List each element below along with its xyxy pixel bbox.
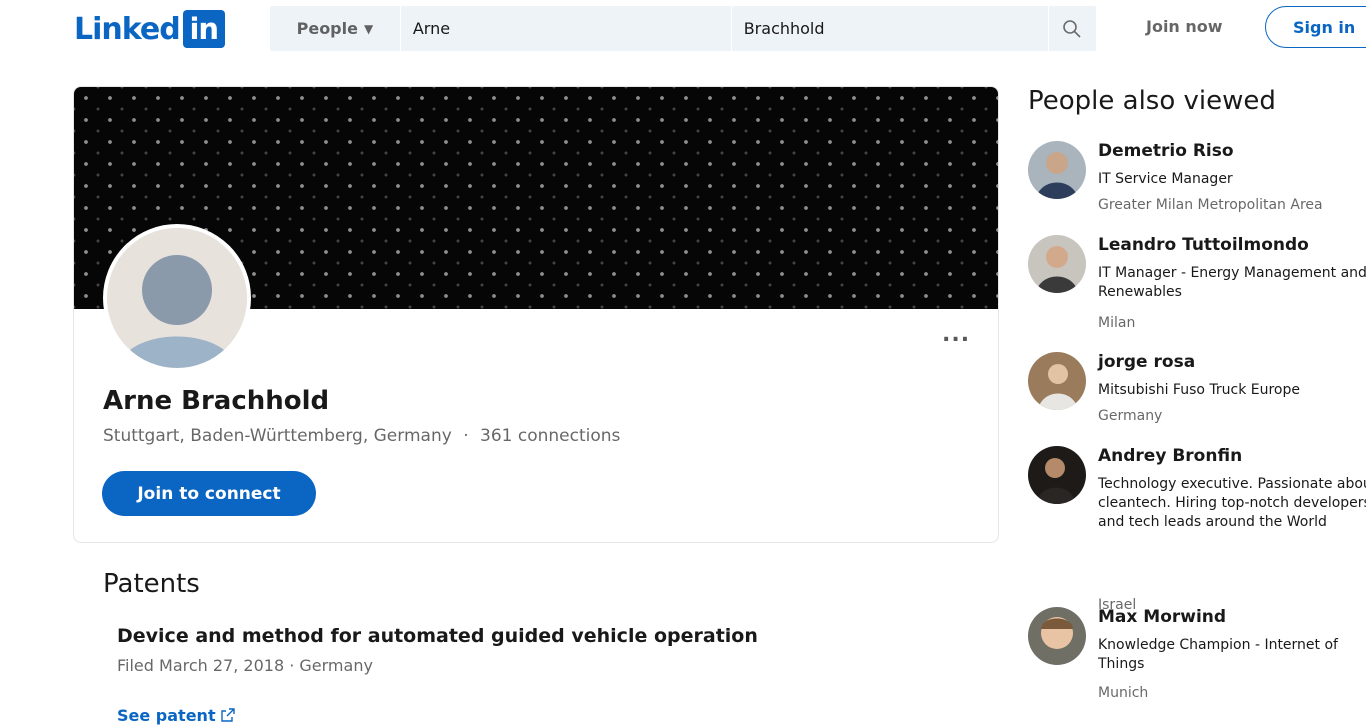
join-now-link[interactable]: Join now <box>1146 17 1223 36</box>
search-icon <box>1063 19 1081 38</box>
profile-avatar <box>103 224 251 372</box>
person-location: Munich <box>1098 685 1149 701</box>
person-location: Germany <box>1098 408 1163 424</box>
first-name-input[interactable] <box>399 6 731 51</box>
person-name[interactable]: Max Morwind <box>1098 607 1226 627</box>
default-avatar-icon <box>107 228 247 368</box>
caret-down-icon: ▼ <box>363 21 374 36</box>
person-photo-icon <box>1028 352 1086 410</box>
patent-meta: Filed March 27, 2018 · Germany <box>117 656 373 675</box>
join-to-connect-button[interactable]: Join to connect <box>102 471 316 516</box>
person-name[interactable]: Andrey Bronfin <box>1098 446 1242 466</box>
meta-separator: · <box>463 426 469 446</box>
person-name[interactable]: Leandro Tuttoilmondo <box>1098 235 1309 255</box>
profile-connections: 361 connections <box>480 426 621 446</box>
person-location: Greater Milan Metropolitan Area <box>1098 197 1323 213</box>
person-headline: Mitsubishi Fuso Truck Europe <box>1098 382 1300 398</box>
person-headline: Technology executive. Passionate about c… <box>1098 476 1366 530</box>
person-headline: IT Manager - Energy Management and Renew… <box>1098 265 1366 300</box>
logo-in-box: in <box>182 10 225 48</box>
more-options-icon[interactable]: ... <box>942 322 970 347</box>
person-name[interactable]: Demetrio Riso <box>1098 141 1234 161</box>
patent-title: Device and method for automated guided v… <box>117 625 758 647</box>
person-photo-icon <box>1028 607 1086 665</box>
see-patent-link[interactable]: See patent <box>117 706 235 725</box>
sign-in-button[interactable]: Sign in <box>1265 6 1366 48</box>
search-button[interactable] <box>1047 6 1096 51</box>
profile-location: Stuttgart, Baden-Württemberg, Germany <box>103 426 452 446</box>
person-photo-icon <box>1028 235 1086 293</box>
person-photo-icon <box>1028 446 1086 504</box>
profile-meta: Stuttgart, Baden-Württemberg, Germany · … <box>103 426 620 446</box>
person-headline: Knowledge Champion - Internet of Things <box>1098 637 1338 672</box>
search-category-dropdown[interactable]: People ▼ <box>270 6 400 51</box>
person-photo <box>1028 352 1086 410</box>
people-search-bar: People ▼ <box>270 6 1096 51</box>
person-photo <box>1028 141 1086 199</box>
logo-text: Linked <box>74 11 181 47</box>
person-photo <box>1028 235 1086 293</box>
person-headline: IT Service Manager <box>1098 171 1233 187</box>
patents-heading: Patents <box>103 569 200 599</box>
person-photo <box>1028 607 1086 665</box>
last-name-input[interactable] <box>730 6 1048 51</box>
search-category-label: People <box>296 19 358 38</box>
people-also-viewed-heading: People also viewed <box>1028 86 1276 116</box>
linkedin-logo[interactable]: Linked in <box>74 9 225 49</box>
person-photo-icon <box>1028 141 1086 199</box>
see-patent-label: See patent <box>117 706 216 725</box>
person-photo <box>1028 446 1086 504</box>
profile-name: Arne Brachhold <box>103 386 330 416</box>
person-name[interactable]: jorge rosa <box>1098 352 1195 372</box>
person-location: Milan <box>1098 315 1136 331</box>
